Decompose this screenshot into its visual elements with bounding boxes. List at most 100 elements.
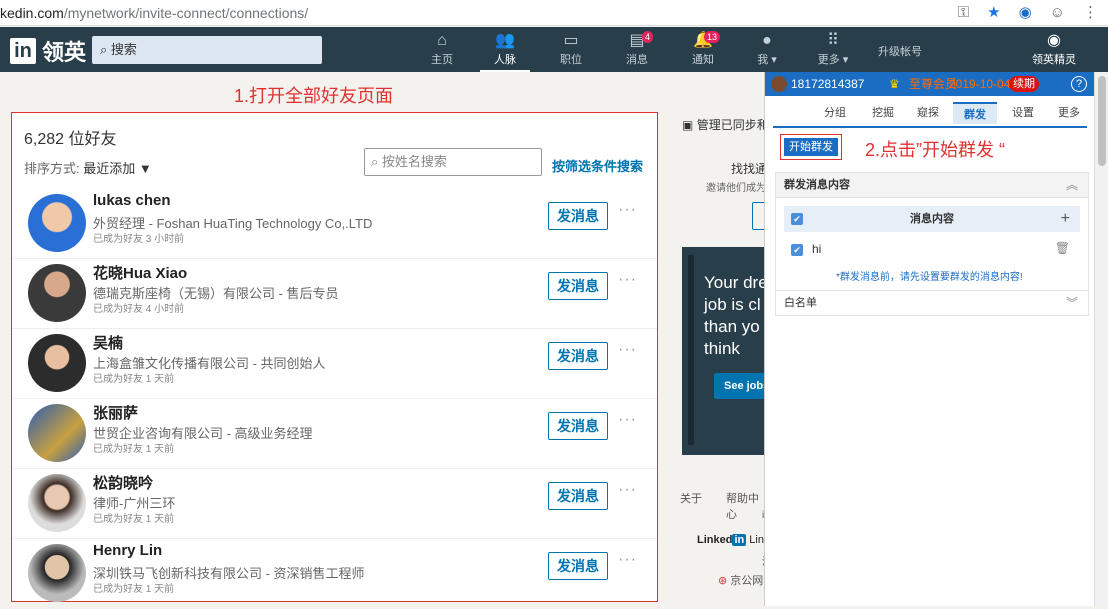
message-checkbox[interactable]: ✔ <box>791 244 803 256</box>
extension-launcher[interactable]: ◉ 领英精灵 <box>1024 31 1084 67</box>
scrollbar-thumb[interactable] <box>1098 76 1106 166</box>
avatar[interactable] <box>28 334 86 392</box>
search-input[interactable]: ⌕ 搜索 <box>92 36 322 64</box>
trash-icon[interactable]: 🗑 <box>1055 241 1070 255</box>
annotation-step-2: 2.点击”开始群发 “ <box>865 140 1006 160</box>
tab-peek[interactable]: 窥探 <box>910 102 946 124</box>
nav-messaging[interactable]: ▤ 消息 4 <box>612 31 662 67</box>
police-badge-icon: ⊛ <box>718 575 728 587</box>
bell-icon: 🔔 <box>693 32 713 49</box>
person-name[interactable]: Henry Lin <box>93 542 162 559</box>
extension-icon: ◉ <box>1047 32 1061 49</box>
person-name[interactable]: 花晓Hua Xiao <box>93 262 187 283</box>
bookmark-star-icon[interactable]: ★ <box>987 0 1000 26</box>
expand-icon[interactable]: ︾ <box>1066 291 1078 315</box>
connection-row: 张丽萨 世贸企业咨询有限公司 - 高级业务经理 已成为好友 1 天前 发消息 ·… <box>12 399 657 469</box>
connected-time: 已成为好友 1 天前 <box>93 374 175 385</box>
connection-row: Henry Lin 深圳铁马飞创新科技有限公司 - 资深销售工程师 已成为好友 … <box>12 539 657 609</box>
tab-settings[interactable]: 设置 <box>1005 102 1041 124</box>
annotation-step-1: 1.打开全部好友页面 <box>234 86 394 106</box>
connections-count: 6,282 位好友 <box>24 131 117 148</box>
grid-icon: ⠿ <box>827 32 839 49</box>
tab-mine[interactable]: 挖掘 <box>865 102 901 124</box>
job-ad[interactable]: Your dre job is cl than yo think See job… <box>682 247 766 455</box>
more-options-icon[interactable]: ··· <box>618 551 637 569</box>
tab-bulk-send[interactable]: 群发 <box>953 102 997 124</box>
person-name[interactable]: 吴楠 <box>93 332 123 353</box>
nav-me[interactable]: ● 我 ▾ <box>742 31 792 67</box>
avatar: ● <box>762 32 772 49</box>
message-text[interactable]: hi <box>812 242 821 256</box>
footer-about-link[interactable]: 关于 <box>680 490 702 506</box>
message-button[interactable]: 发消息 <box>548 482 608 510</box>
tab-more[interactable]: 更多 <box>1051 102 1087 124</box>
footer-help-link[interactable]: 帮助中心 <box>726 490 766 522</box>
message-button[interactable]: 发消息 <box>548 272 608 300</box>
person-name[interactable]: 松韵晓吟 <box>93 472 153 493</box>
invite-text: 邀请他们成为 <box>706 183 766 194</box>
renew-button[interactable]: 续期 <box>1009 76 1039 92</box>
section-message-content[interactable]: 群发消息内容 ︽ <box>775 172 1089 198</box>
extension-panel: 18172814387 ♛ 至尊会员 2019-10-04 续期 ? 分组 挖掘… <box>764 72 1095 606</box>
start-bulk-send-button[interactable]: 开始群发 <box>780 134 842 160</box>
message-button[interactable]: 发消息 <box>548 552 608 580</box>
find-contacts-text: 找找通 <box>731 162 766 176</box>
filter-search-link[interactable]: 按筛选条件搜索 <box>552 156 643 175</box>
browser-address-bar[interactable]: kedin.com/mynetwork/invite-connect/conne… <box>0 0 1108 26</box>
page-scrollbar[interactable] <box>1094 72 1108 606</box>
nav-notifications[interactable]: 🔔 通知 13 <box>678 31 728 67</box>
more-options-icon[interactable]: ··· <box>618 271 637 289</box>
key-icon[interactable]: ⚿ <box>958 0 969 26</box>
ad-graphic <box>688 255 694 445</box>
connected-time: 已成为好友 1 天前 <box>93 514 175 525</box>
hint-note: *群发消息前，请先设置要群发的消息内容! <box>836 272 1023 283</box>
footer-logo: Linked in Lin <box>697 534 764 546</box>
connection-row: lukas chen 外贸经理 - Foshan HuaTing Technol… <box>12 189 657 259</box>
home-icon: ⌂ <box>437 32 447 49</box>
message-button[interactable]: 发消息 <box>548 342 608 370</box>
profile-icon[interactable]: ☺ <box>1050 0 1065 26</box>
nav-network[interactable]: 👥 人脉 <box>480 31 530 72</box>
connection-row: 吴楠 上海盒雏文化传播有限公司 - 共同创始人 已成为好友 1 天前 发消息 ·… <box>12 329 657 399</box>
avatar[interactable] <box>28 194 86 252</box>
avatar <box>771 76 787 92</box>
sort-selector[interactable]: 排序方式: 最近添加 ▼ <box>24 158 152 177</box>
more-options-icon[interactable]: ··· <box>618 341 637 359</box>
more-options-icon[interactable]: ··· <box>618 201 637 219</box>
add-icon[interactable]: + <box>1061 206 1070 232</box>
section-whitelist[interactable]: 白名单 ︾ <box>775 290 1089 316</box>
extension-icon[interactable]: ◉ <box>1019 0 1032 26</box>
tab-group[interactable]: 分组 <box>817 102 853 124</box>
crown-icon: ♛ <box>889 77 900 91</box>
name-search-input[interactable]: ⌕ 按姓名搜索 <box>364 148 542 176</box>
collapse-icon[interactable]: ︽ <box>1066 173 1078 197</box>
avatar[interactable] <box>28 404 86 462</box>
upgrade-link[interactable]: 升级帐号 <box>878 43 922 59</box>
avatar[interactable] <box>28 474 86 532</box>
nav-more[interactable]: ⠿ 更多 ▾ <box>808 31 858 67</box>
nav-home[interactable]: ⌂ 主页 <box>417 31 467 67</box>
linkedin-top-nav: in 领英 ⌕ 搜索 ⌂ 主页 👥 人脉 ▭ 职位 ▤ 消息 4 🔔 通知 13 ● 我 ▾ ⠿ 更… <box>0 27 1108 72</box>
avatar[interactable] <box>28 264 86 322</box>
message-content-box: ✔ 消息内容 + ✔ hi 🗑 *群发消息前，请先设置要群发的消息内容! <box>775 198 1089 292</box>
connected-time: 已成为好友 1 天前 <box>93 584 175 595</box>
notification-badge: 13 <box>704 31 721 43</box>
message-badge: 4 <box>642 31 654 43</box>
more-options-icon[interactable]: ··· <box>618 481 637 499</box>
message-button[interactable]: 发消息 <box>548 202 608 230</box>
linkedin-logo[interactable]: in 领英 <box>10 35 86 67</box>
message-button[interactable]: 发消息 <box>548 412 608 440</box>
menu-dots-icon[interactable]: ⋮ <box>1083 0 1098 26</box>
message-table-header: ✔ 消息内容 + <box>784 206 1080 232</box>
manage-contacts-link[interactable]: ▣ 管理已同步和 <box>682 116 766 133</box>
account-phone: 18172814387 <box>791 77 865 91</box>
url-text[interactable]: kedin.com/mynetwork/invite-connect/conne… <box>0 0 308 26</box>
nav-jobs[interactable]: ▭ 职位 <box>546 31 596 67</box>
person-name[interactable]: 张丽萨 <box>93 402 138 423</box>
avatar[interactable] <box>28 544 86 602</box>
help-icon[interactable]: ? <box>1071 76 1087 92</box>
footer-police-text: ⊛ 京公网 <box>718 575 764 587</box>
person-name[interactable]: lukas chen <box>93 192 171 209</box>
see-jobs-button[interactable]: See jobs <box>714 373 766 399</box>
more-options-icon[interactable]: ··· <box>618 411 637 429</box>
